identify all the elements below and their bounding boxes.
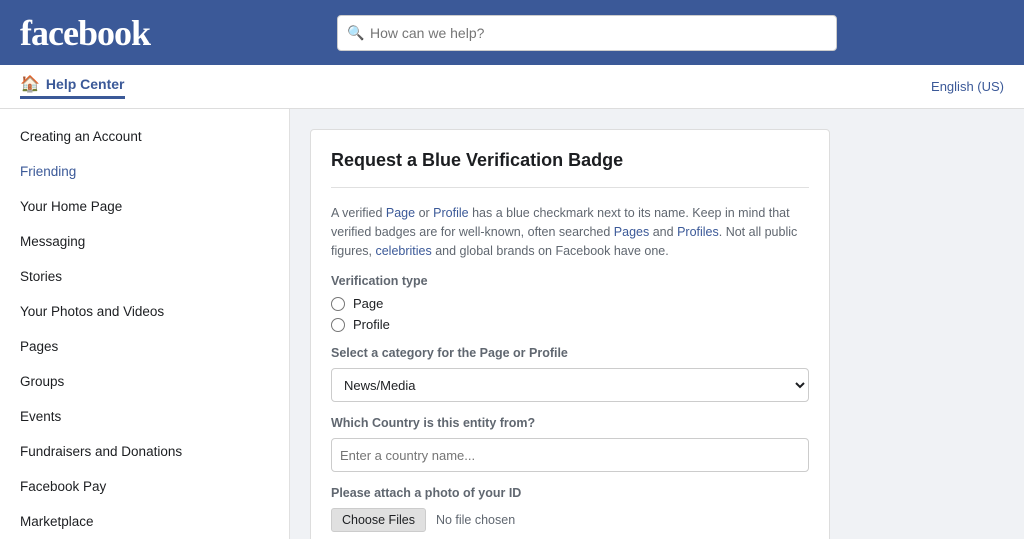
help-center-link[interactable]: 🏠 Help Center [20, 74, 125, 99]
sidebar: Creating an Account Friending Your Home … [0, 109, 290, 539]
content-area: Request a Blue Verification Badge A veri… [290, 109, 1024, 539]
profile-link[interactable]: Profile [433, 206, 468, 220]
category-label: Select a category for the Page or Profil… [331, 346, 809, 360]
info-text: A verified Page or Profile has a blue ch… [331, 204, 809, 260]
sidebar-item-fundraisers[interactable]: Fundraisers and Donations [0, 434, 289, 469]
search-icon: 🔍 [347, 24, 364, 41]
sidebar-item-facebook-pay[interactable]: Facebook Pay [0, 469, 289, 504]
search-input[interactable] [337, 15, 837, 51]
radio-profile-option[interactable]: Profile [331, 317, 809, 332]
sidebar-item-home-page[interactable]: Your Home Page [0, 189, 289, 224]
sidebar-item-events[interactable]: Events [0, 399, 289, 434]
radio-page-label: Page [353, 296, 383, 311]
sidebar-item-photos-videos[interactable]: Your Photos and Videos [0, 294, 289, 329]
sidebar-item-groups[interactable]: Groups [0, 364, 289, 399]
category-select[interactable]: News/Media Government Music Sports Enter… [331, 368, 809, 402]
card-title: Request a Blue Verification Badge [331, 150, 809, 171]
help-center-label: Help Center [46, 76, 125, 92]
page-link[interactable]: Page [386, 206, 415, 220]
radio-page-option[interactable]: Page [331, 296, 809, 311]
nav-bar: 🏠 Help Center English (US) [0, 65, 1024, 109]
search-bar-container: 🔍 [337, 15, 837, 51]
sidebar-item-stories[interactable]: Stories [0, 259, 289, 294]
radio-page-input[interactable] [331, 297, 345, 311]
choose-files-button[interactable]: Choose Files [331, 508, 426, 532]
country-label: Which Country is this entity from? [331, 416, 809, 430]
celebrities-link[interactable]: celebrities [375, 244, 431, 258]
house-icon: 🏠 [20, 74, 40, 94]
verification-card: Request a Blue Verification Badge A veri… [310, 129, 830, 539]
sidebar-item-creating-account[interactable]: Creating an Account [0, 119, 289, 154]
country-input[interactable] [331, 438, 809, 472]
card-divider [331, 187, 809, 188]
sidebar-item-friending[interactable]: Friending [0, 154, 289, 189]
verification-type-label: Verification type [331, 274, 809, 288]
verification-type-group: Page Profile [331, 296, 809, 332]
header: facebook 🔍 [0, 0, 1024, 65]
file-upload-row: Choose Files No file chosen [331, 508, 809, 532]
pages-link[interactable]: Pages [614, 225, 649, 239]
sidebar-item-messaging[interactable]: Messaging [0, 224, 289, 259]
language-selector[interactable]: English (US) [931, 79, 1004, 94]
radio-profile-label: Profile [353, 317, 390, 332]
radio-profile-input[interactable] [331, 318, 345, 332]
file-upload-section: Please attach a photo of your ID Choose … [331, 486, 809, 532]
facebook-logo: facebook [20, 12, 150, 54]
profiles-link[interactable]: Profiles [677, 225, 719, 239]
photo-label: Please attach a photo of your ID [331, 486, 809, 500]
main-container: Creating an Account Friending Your Home … [0, 109, 1024, 539]
sidebar-item-pages[interactable]: Pages [0, 329, 289, 364]
sidebar-item-marketplace[interactable]: Marketplace [0, 504, 289, 539]
no-file-text: No file chosen [436, 513, 515, 527]
